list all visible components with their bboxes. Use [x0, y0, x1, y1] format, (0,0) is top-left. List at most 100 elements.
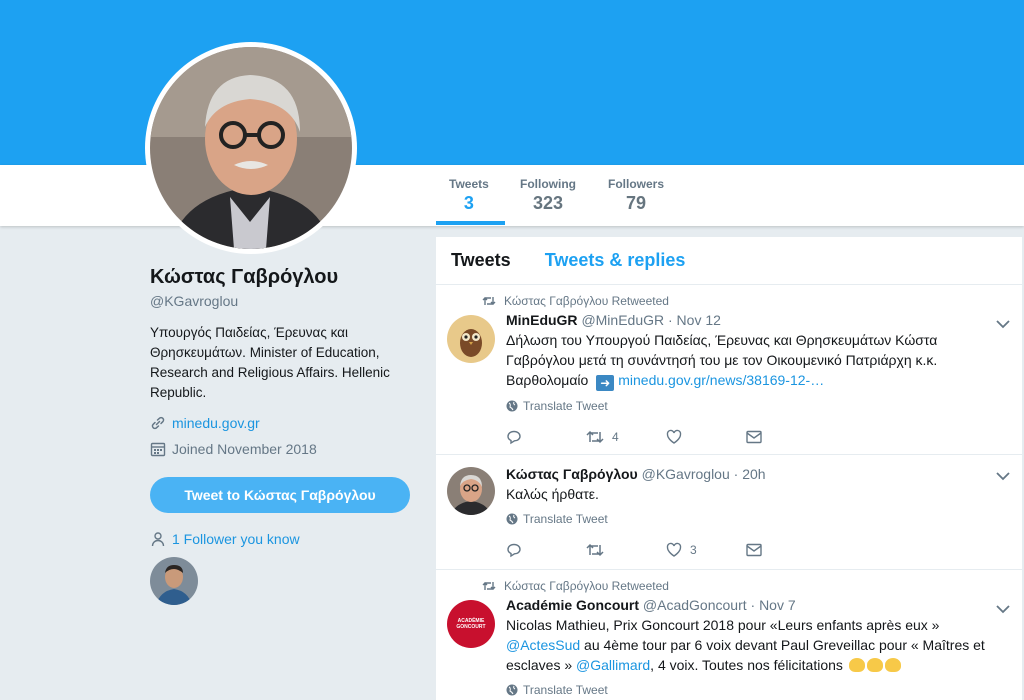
- retweet-count: 4: [612, 430, 619, 444]
- tweet-item[interactable]: Κώστας Γαβρόγλου Retweeted ACADÉMIE GONC…: [436, 570, 1022, 700]
- clapping-emoji-icon: [848, 658, 865, 672]
- reply-button[interactable]: [506, 542, 586, 558]
- clapping-emoji-icon: [884, 658, 901, 672]
- timeline: Tweets Tweets & replies Κώστας Γαβρόγλου…: [436, 237, 1022, 700]
- tweet-text: Καλώς ήρθατε.: [506, 486, 599, 502]
- joined-date: Joined November 2018: [172, 441, 317, 457]
- tab-tweets[interactable]: Tweets: [451, 250, 511, 271]
- stat-tweets[interactable]: Tweets 3: [449, 177, 489, 214]
- chevron-down-icon[interactable]: [996, 319, 1010, 329]
- tweet-author-name[interactable]: Académie Goncourt: [506, 597, 639, 613]
- goncourt-logo: ACADÉMIE GONCOURT: [456, 618, 486, 630]
- clapping-emoji-icon: [866, 658, 883, 672]
- tweet-author-name[interactable]: Κώστας Γαβρόγλου: [506, 466, 638, 482]
- reply-icon: [507, 543, 521, 558]
- stat-following-value: 323: [532, 193, 564, 213]
- arrow-right-emoji-icon: ➜: [596, 375, 615, 391]
- tab-tweets-replies[interactable]: Tweets & replies: [545, 250, 686, 271]
- like-count: 3: [690, 543, 697, 557]
- retweet-note-text: Κώστας Γαβρόγλου Retweeted: [504, 579, 669, 593]
- message-button[interactable]: [746, 543, 826, 557]
- profile-card: Κώστας Γαβρόγλου @KGavroglou Υπουργός Πα…: [150, 262, 415, 605]
- profile-avatar[interactable]: [145, 42, 357, 254]
- tweet-link[interactable]: minedu.gov.gr/news/38169-12-…: [618, 372, 824, 388]
- follower-avatar[interactable]: [150, 557, 198, 605]
- envelope-icon: [746, 430, 762, 444]
- tweet-author-handle[interactable]: @MinEduGR · Nov 12: [581, 312, 720, 328]
- retweet-note: Κώστας Γαβρόγλου Retweeted: [482, 579, 1007, 593]
- profile-bio: Υπουργός Παιδείας, Έρευνας και Θρησκευμά…: [150, 325, 390, 400]
- message-button[interactable]: [746, 430, 826, 444]
- globe-icon: [506, 684, 518, 696]
- tweet-actions: 3: [506, 530, 1007, 570]
- reply-button[interactable]: [506, 429, 586, 445]
- tweet-body-part: Nicolas Mathieu, Prix Goncourt 2018 pour…: [506, 617, 940, 633]
- stat-following[interactable]: Following 323: [520, 177, 576, 214]
- stat-tweets-label: Tweets: [449, 177, 489, 191]
- tweet-author-handle[interactable]: @KGavroglou · 20h: [642, 466, 766, 482]
- tweet-text: Δήλωση του Υπουργού Παιδείας, Έρευνας κα…: [506, 330, 986, 391]
- tweet-item[interactable]: Κώστας Γαβρόγλου Retweeted MinEduGR @Min…: [436, 285, 1022, 455]
- tweet-author-handle[interactable]: @AcadGoncourt · Nov 7: [643, 597, 796, 613]
- calendar-icon: [150, 442, 166, 457]
- retweet-icon: [482, 582, 496, 590]
- translate-label[interactable]: Translate Tweet: [523, 399, 608, 413]
- stat-followers-label: Followers: [608, 177, 665, 191]
- globe-icon: [506, 513, 518, 525]
- tweet-actions: 4: [506, 417, 1007, 457]
- profile-website: minedu.gov.gr: [150, 415, 415, 431]
- followers-you-know-link[interactable]: 1 Follower you know: [172, 531, 300, 547]
- translate-label[interactable]: Translate Tweet: [523, 512, 608, 526]
- author-photo-icon: [447, 467, 495, 515]
- tweet-avatar[interactable]: ACADÉMIE GONCOURT: [447, 600, 495, 648]
- stat-tweets-value: 3: [463, 193, 474, 213]
- retweet-button[interactable]: [586, 542, 666, 558]
- like-button[interactable]: [666, 429, 746, 445]
- retweet-action-icon: [586, 430, 604, 444]
- translate-label[interactable]: Translate Tweet: [523, 683, 608, 697]
- profile-name[interactable]: Κώστας Γαβρόγλου: [150, 266, 415, 289]
- mention-link[interactable]: @Gallimard: [576, 657, 650, 673]
- heart-icon: [666, 429, 682, 444]
- heart-icon: [666, 542, 682, 557]
- profile-handle[interactable]: @KGavroglou: [150, 293, 415, 309]
- retweet-note-text: Κώστας Γαβρόγλου Retweeted: [504, 294, 669, 308]
- translate-tweet[interactable]: Translate Tweet: [506, 399, 1007, 413]
- tweet-author-name[interactable]: MinEduGR: [506, 312, 578, 328]
- tweet-text: Nicolas Mathieu, Prix Goncourt 2018 pour…: [506, 615, 986, 675]
- link-icon: [151, 416, 165, 430]
- profile-photo-icon: [150, 47, 352, 249]
- website-link[interactable]: minedu.gov.gr: [172, 415, 260, 431]
- envelope-icon: [746, 543, 762, 557]
- chevron-down-icon[interactable]: [996, 604, 1010, 614]
- translate-tweet[interactable]: Translate Tweet: [506, 683, 1007, 697]
- stat-followers-value: 79: [625, 193, 647, 213]
- retweet-button[interactable]: 4: [586, 429, 666, 445]
- retweet-note: Κώστας Γαβρόγλου Retweeted: [482, 294, 1007, 308]
- reply-icon: [507, 430, 521, 445]
- tweet-header: MinEduGR @MinEduGR · Nov 12: [506, 312, 1007, 328]
- active-stat-underline: [436, 221, 505, 225]
- mention-link[interactable]: @ActesSud: [506, 637, 580, 653]
- tweet-avatar[interactable]: [447, 315, 495, 363]
- translate-tweet[interactable]: Translate Tweet: [506, 512, 1007, 526]
- followers-you-know[interactable]: 1 Follower you know: [150, 531, 415, 547]
- owl-logo-icon: [447, 315, 495, 363]
- tweet-header: Académie Goncourt @AcadGoncourt · Nov 7: [506, 597, 1007, 613]
- chevron-down-icon[interactable]: [996, 471, 1010, 481]
- follower-photo-icon: [150, 557, 198, 605]
- stat-followers[interactable]: Followers 79: [608, 177, 664, 214]
- profile-joined: Joined November 2018: [150, 441, 415, 457]
- tweet-avatar[interactable]: [447, 467, 495, 515]
- tweet-header: Κώστας Γαβρόγλου @KGavroglou · 20h: [506, 466, 1007, 482]
- tweet-body-part: , 4 voix. Toutes nos félicitations: [650, 657, 843, 673]
- like-button[interactable]: 3: [666, 542, 746, 558]
- person-icon: [151, 532, 165, 547]
- tweet-item[interactable]: Κώστας Γαβρόγλου @KGavroglou · 20h Καλώς…: [436, 455, 1022, 570]
- retweet-action-icon: [586, 543, 604, 557]
- stat-following-label: Following: [520, 177, 576, 191]
- timeline-tabs: Tweets Tweets & replies: [436, 237, 1022, 285]
- retweet-icon: [482, 297, 496, 305]
- globe-icon: [506, 400, 518, 412]
- tweet-to-button[interactable]: Tweet to Κώστας Γαβρόγλου: [150, 477, 410, 513]
